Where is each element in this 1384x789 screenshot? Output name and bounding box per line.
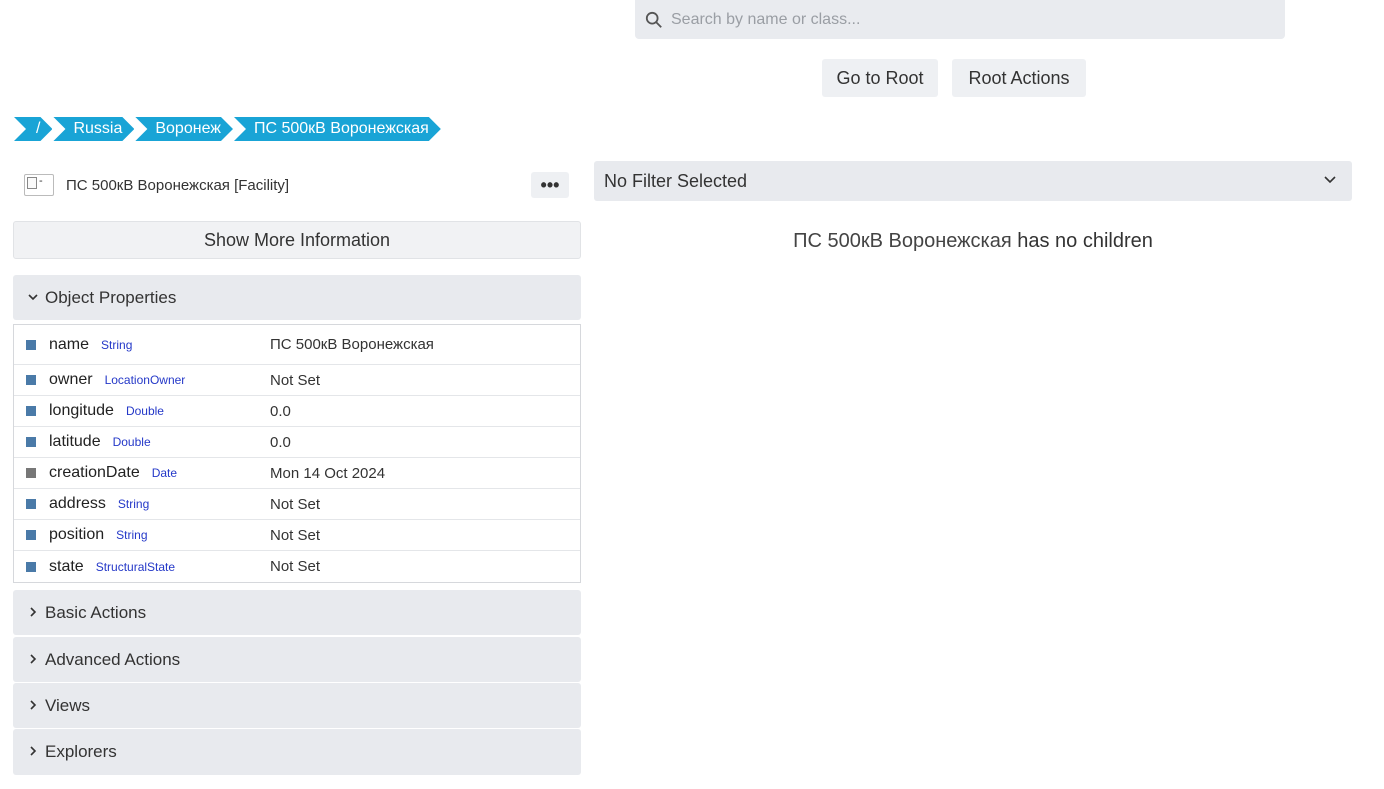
chevron-right-icon: [27, 744, 45, 760]
section-views[interactable]: Views: [13, 683, 581, 728]
chevron-right-icon: [27, 652, 45, 668]
property-value: Not Set: [270, 495, 321, 513]
section-label: Object Properties: [45, 287, 177, 307]
property-name: address: [49, 495, 106, 512]
chevron-right-icon: [27, 698, 45, 714]
property-marker-icon: [26, 530, 36, 540]
section-advanced-actions[interactable]: Advanced Actions: [13, 637, 581, 682]
property-name: name: [49, 335, 90, 353]
property-type-link[interactable]: Double: [113, 435, 151, 449]
facility-header: - ПС 500кВ Воронежская [Facility] •••: [24, 172, 569, 198]
property-name: creationDate: [49, 464, 140, 481]
breadcrumb-facility[interactable]: ПС 500кВ Воронежская: [234, 117, 441, 141]
property-marker-icon: [26, 468, 36, 478]
property-row: owner LocationOwner Not Set: [14, 365, 580, 396]
property-row: name String ПС 500кВ Воронежская: [14, 325, 580, 365]
property-type-link[interactable]: String: [116, 528, 147, 542]
facility-image-icon: -: [24, 174, 54, 196]
property-row: address String Not Set: [14, 489, 580, 520]
property-value: ПС 500кВ Воронежская: [270, 336, 434, 353]
root-actions-button[interactable]: Root Actions: [952, 59, 1086, 97]
breadcrumb: / Russia Воронеж ПС 500кВ Воронежская: [14, 117, 442, 141]
property-row: longitude Double 0.0: [14, 396, 580, 427]
section-label: Views: [45, 695, 91, 715]
chevron-down-icon: [1324, 176, 1336, 184]
property-type-link[interactable]: Date: [152, 466, 177, 480]
property-value: Not Set: [270, 526, 321, 544]
property-name: longitude: [49, 402, 114, 419]
go-to-root-button[interactable]: Go to Root: [822, 59, 938, 97]
property-row: state StructuralState Not Set: [14, 551, 580, 582]
facility-title: ПС 500кВ Воронежская [Facility]: [66, 176, 290, 194]
search-bar: [635, 0, 1285, 39]
property-marker-icon: [26, 499, 36, 509]
section-label: Basic Actions: [45, 602, 147, 622]
section-label: Explorers: [45, 742, 117, 761]
chevron-right-icon: [27, 605, 45, 621]
properties-table: name String ПС 500кВ Воронежская owner Loc…: [13, 324, 581, 583]
filter-select[interactable]: No Filter Selected: [594, 161, 1352, 201]
property-type-link[interactable]: String: [101, 338, 132, 352]
more-options-button[interactable]: •••: [531, 172, 569, 198]
show-more-information-button[interactable]: Show More Information: [13, 221, 581, 259]
property-type-link[interactable]: StructuralState: [96, 560, 175, 574]
property-row: creationDate Date Mon 14 Oct 2024: [14, 458, 580, 489]
property-marker-icon: [26, 339, 36, 350]
property-marker-icon: [26, 406, 36, 416]
property-value: Mon 14 Oct 2024: [270, 464, 386, 482]
property-row: position String Not Set: [14, 520, 580, 551]
breadcrumb-voronezh[interactable]: Воронеж: [135, 117, 233, 141]
property-name: position: [49, 526, 105, 543]
property-value: 0.0: [270, 433, 291, 451]
section-basic-actions[interactable]: Basic Actions: [13, 590, 581, 635]
property-type-link[interactable]: String: [118, 497, 149, 511]
property-value: 0.0: [270, 402, 291, 420]
property-type-link[interactable]: LocationOwner: [105, 373, 186, 387]
property-marker-icon: [26, 375, 36, 385]
chevron-down-icon: [27, 290, 45, 306]
no-children-message: ПС 500кВ Воронежская has no children: [594, 230, 1352, 253]
object-name: ПС 500кВ Воронежская: [793, 230, 1012, 252]
property-name: state: [49, 557, 84, 575]
property-name: owner: [49, 371, 93, 388]
property-name: latitude: [49, 433, 101, 450]
property-type-link[interactable]: Double: [126, 404, 164, 418]
breadcrumb-russia[interactable]: Russia: [53, 117, 134, 141]
property-value: Not Set: [270, 371, 321, 389]
search-icon: [645, 11, 662, 28]
property-marker-icon: [26, 437, 36, 447]
section-explorers[interactable]: Explorers: [13, 729, 581, 775]
property-row: latitude Double 0.0: [14, 427, 580, 458]
search-input[interactable]: [671, 10, 1251, 29]
filter-label: No Filter Selected: [604, 170, 748, 191]
no-children-text: has no children: [1011, 230, 1153, 252]
breadcrumb-root[interactable]: /: [14, 117, 52, 141]
section-object-properties[interactable]: Object Properties: [13, 275, 581, 320]
section-label: Advanced Actions: [45, 649, 181, 669]
property-value: Not Set: [270, 558, 321, 575]
property-marker-icon: [26, 561, 36, 572]
